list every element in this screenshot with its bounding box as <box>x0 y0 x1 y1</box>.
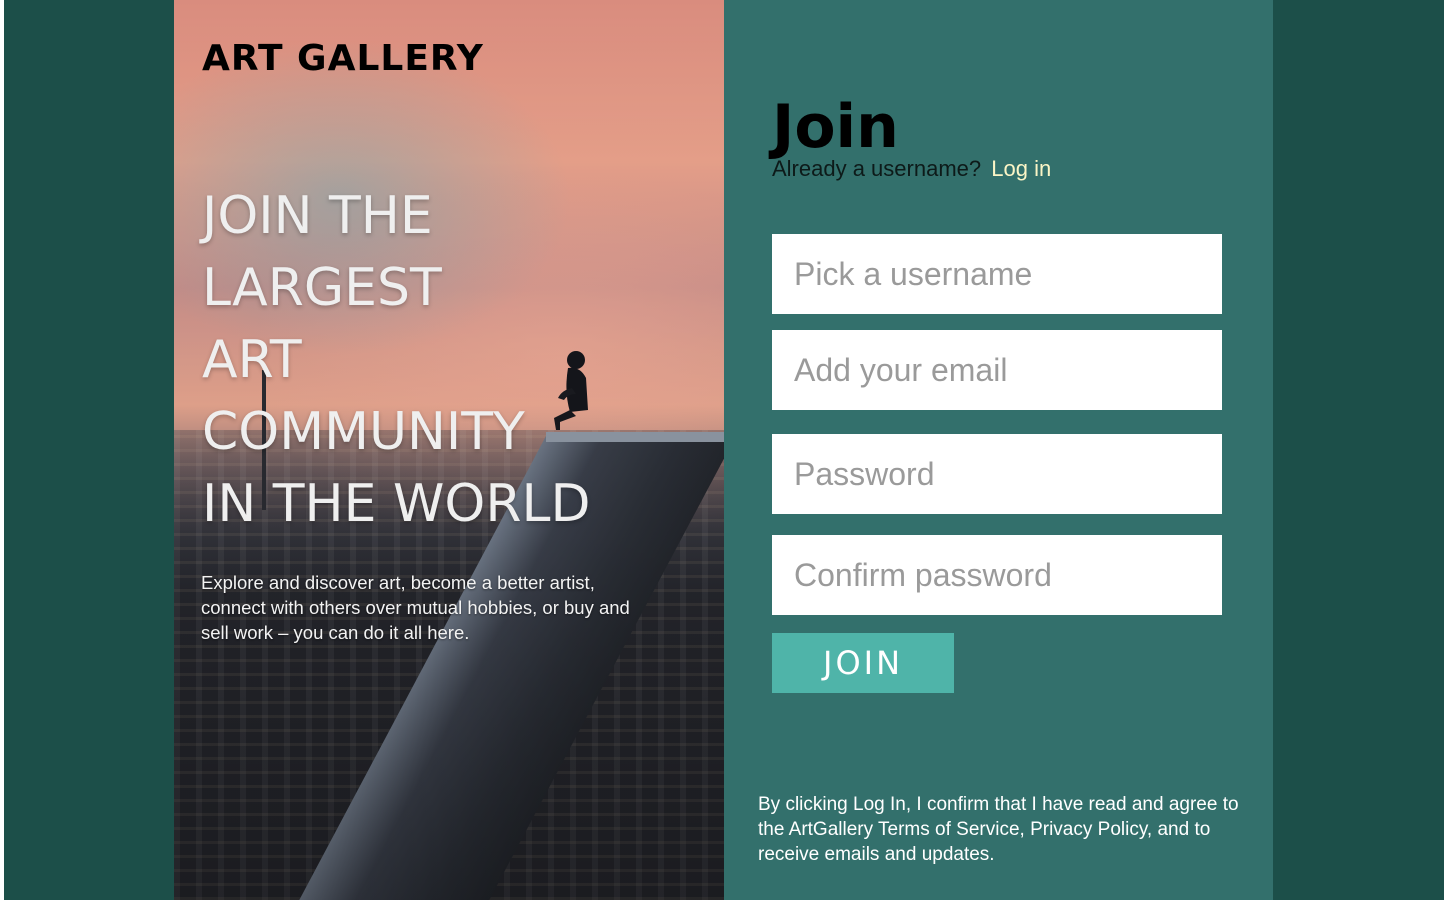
form-title: Join <box>772 92 899 162</box>
hero-headline: JOIN THE LARGEST ART COMMUNITY IN THE WO… <box>202 180 682 540</box>
headline-line: LARGEST <box>202 258 442 318</box>
join-button[interactable]: JOIN <box>772 633 954 693</box>
headline-line: JOIN THE <box>202 186 433 246</box>
hero-panel: ART GALLERY JOIN THE LARGEST ART COMMUNI… <box>174 0 724 900</box>
headline-line: ART <box>202 330 302 390</box>
page-frame: ART GALLERY JOIN THE LARGEST ART COMMUNI… <box>4 0 1444 900</box>
headline-line: IN THE WORLD <box>202 474 591 534</box>
headline-line: COMMUNITY <box>202 402 525 462</box>
hero-description: Explore and discover art, become a bette… <box>201 572 630 643</box>
confirm-password-input[interactable] <box>772 535 1222 615</box>
signup-form-panel: Join Already a username? Log in JOIN By … <box>724 0 1273 900</box>
password-input[interactable] <box>772 434 1222 514</box>
login-prompt: Already a username? Log in <box>772 156 1051 182</box>
brand-logo: ART GALLERY <box>202 38 484 79</box>
login-link[interactable]: Log in <box>991 156 1051 181</box>
username-input[interactable] <box>772 234 1222 314</box>
terms-text: By clicking Log In, I confirm that I hav… <box>758 794 1239 865</box>
login-prompt-text: Already a username? <box>772 156 982 181</box>
email-input[interactable] <box>772 330 1222 410</box>
